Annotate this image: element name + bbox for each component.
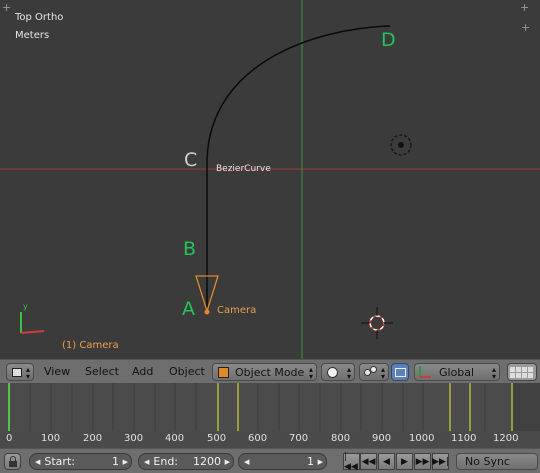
pivot-point-dropdown[interactable]: ▴ ▾ [359,363,389,381]
3d-viewport[interactable]: Top Ortho Meters BezierCurve Camera (1) … [0,0,540,359]
end-frame-field[interactable]: ◀ End: 1200 ▶ [138,453,234,470]
3d-cursor [361,307,393,339]
timeline-tick: 800 [331,433,351,444]
end-frame-label: End: [153,455,179,468]
lock-icon [8,455,17,467]
gizmo-y-label: y [23,302,28,311]
curve-label: BezierCurve [216,164,271,174]
camera-origin [204,309,210,315]
chevron-updown-icon: ▴ ▾ [346,365,351,381]
viewport-scene [0,0,540,359]
timeline-tick: 500 [207,433,227,444]
play-reverse-icon: ◀ [383,456,390,467]
timeline-footer: ◀ Start: 1 ▶ ◀ End: 1200 ▶ ◀ 1 ▶ |◀◀ ◀◀ … [0,448,540,473]
editor-type-button[interactable]: ▴ ▾ [6,363,34,381]
view-name: Top Ortho [15,12,64,23]
start-frame-field[interactable]: ◀ Start: 1 ▶ [29,453,132,470]
decrement-arrow-icon: ◀ [35,457,41,466]
viewport-header: ▴ ▾ View Select Add Object Object Mode ▴ ▾… [0,359,540,383]
lamp-object [390,134,412,156]
timeline-tick: 100 [41,433,61,444]
timeline-tick: 200 [83,433,103,444]
area-split-widget-top-left[interactable]: + [2,2,11,13]
transform-orientation-dropdown[interactable]: Global ▴ ▾ [414,363,500,381]
viewport-shading-dropdown[interactable]: ▴ ▾ [321,363,355,381]
start-frame-label: Start: [44,455,75,468]
orientation-label: Global [439,365,475,379]
axis-gizmo [20,312,45,334]
menu-view[interactable]: View [44,365,70,378]
sync-mode-label: No Sync [465,455,510,468]
selected-object-label: (1) Camera [62,340,119,351]
editor-type-icon [12,367,22,377]
object-mode-icon [218,366,229,378]
chevron-updown-icon: ▴ ▾ [308,365,313,381]
snap-icon [394,367,406,377]
jump-end-icon: ▶▶| [432,456,449,467]
timeline-tick: 400 [165,433,185,444]
jump-start-button[interactable]: |◀◀ [343,451,360,472]
timeline-tick: 300 [124,433,144,444]
play-icon: ▶ [401,456,408,467]
current-frame-field[interactable]: ◀ 1 ▶ [238,453,327,470]
mode-dropdown-label: Object Mode [235,365,305,379]
chevron-updown-icon: ▴ ▾ [25,365,30,381]
manipulator-toggle[interactable] [391,363,409,381]
play-reverse-button[interactable]: ◀ [378,453,395,470]
sync-mode-dropdown[interactable]: No Sync [456,453,538,470]
timeline-area[interactable]: 0 100 200 300 400 500 600 700 800 900 10… [0,383,540,448]
jump-end-button[interactable]: ▶▶| [432,453,449,470]
shading-sphere-icon [327,366,338,378]
next-keyframe-icon: ▶▶ [415,456,430,467]
point-d-label: D [381,29,396,51]
menu-select[interactable]: Select [85,365,119,378]
point-c-label: C [184,149,198,171]
prev-keyframe-icon: ◀◀ [361,456,376,467]
timeline-tick: 1000 [409,433,435,444]
current-frame-value: 1 [307,455,314,468]
timeline-tick: 700 [289,433,309,444]
decrement-arrow-icon: ◀ [144,457,150,466]
timeline-tick: 1200 [493,433,519,444]
timeline-tick: 900 [372,433,392,444]
timeline-tick: 0 [6,433,13,444]
play-button[interactable]: ▶ [396,453,413,470]
lock-button[interactable] [4,453,21,470]
decrement-arrow-icon: ◀ [244,457,250,466]
chevron-updown-icon: ▴ ▾ [491,365,496,381]
pivot-icon [364,366,378,378]
timeline-tick: 1100 [451,433,477,444]
increment-arrow-icon: ▶ [122,457,128,466]
point-a-label: A [182,298,195,320]
timeline-tick: 600 [248,433,268,444]
chevron-updown-icon: ▴ ▾ [380,365,385,381]
increment-arrow-icon: ▶ [317,457,323,466]
transform-orientation-icon [419,366,431,378]
menu-object[interactable]: Object [169,365,205,378]
next-keyframe-button[interactable]: ▶▶ [414,453,431,470]
layers-icon [510,366,533,378]
start-frame-value: 1 [112,455,119,468]
camera-label: Camera [217,305,257,316]
mode-dropdown[interactable]: Object Mode ▴ ▾ [212,363,317,381]
point-b-label: B [183,238,197,260]
properties-toggle-icon[interactable]: + [521,22,530,33]
units-label: Meters [15,30,50,41]
increment-arrow-icon: ▶ [224,457,230,466]
jump-start-icon: |◀◀ [344,451,358,472]
prev-keyframe-button[interactable]: ◀◀ [360,453,377,470]
menu-add[interactable]: Add [132,365,153,378]
area-split-widget-top-right[interactable]: + [520,2,529,13]
layers-grid[interactable] [507,363,537,381]
end-frame-value: 1200 [193,455,221,468]
